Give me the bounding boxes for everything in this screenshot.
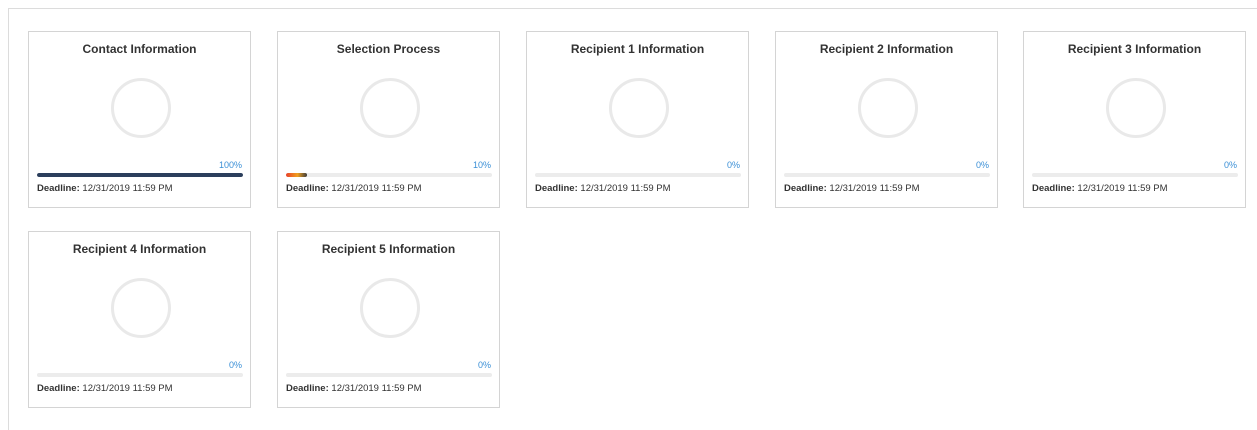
deadline: Deadline: 12/31/2019 11:59 PM — [37, 183, 173, 194]
deadline-value: 12/31/2019 11:59 PM — [580, 183, 671, 194]
card-title: Recipient 5 Information — [321, 242, 456, 256]
deadline-value: 12/31/2019 11:59 PM — [331, 183, 422, 194]
deadline-label: Deadline: — [286, 183, 329, 194]
deadline-label: Deadline: — [37, 383, 80, 394]
card-recipient-5-information[interactable]: Recipient 5 Information 0% Deadline: 12/… — [277, 231, 500, 408]
card-recipient-3-information[interactable]: Recipient 3 Information 0% Deadline: 12/… — [1023, 31, 1246, 208]
progress-bar-track — [1032, 173, 1238, 177]
card-recipient-1-information[interactable]: Recipient 1 Information 0% Deadline: 12/… — [526, 31, 749, 208]
progress-bar-track — [37, 173, 243, 177]
card-title: Recipient 2 Information — [819, 42, 954, 56]
progress-percent: 0% — [228, 360, 242, 370]
progress-ring — [360, 278, 420, 338]
deadline-label: Deadline: — [535, 183, 578, 194]
card-recipient-4-information[interactable]: Recipient 4 Information 0% Deadline: 12/… — [28, 231, 251, 408]
deadline: Deadline: 12/31/2019 11:59 PM — [286, 183, 422, 194]
progress-percent: 0% — [477, 360, 491, 370]
deadline-label: Deadline: — [784, 183, 827, 194]
deadline-value: 12/31/2019 11:59 PM — [82, 183, 173, 194]
deadline-value: 12/31/2019 11:59 PM — [82, 383, 173, 394]
deadline-label: Deadline: — [286, 383, 329, 394]
deadline-label: Deadline: — [1032, 183, 1075, 194]
card-title: Recipient 3 Information — [1067, 42, 1202, 56]
card-title: Selection Process — [336, 42, 441, 56]
progress-bar-track — [784, 173, 990, 177]
card-title: Recipient 4 Information — [72, 242, 207, 256]
progress-bar-track — [286, 173, 492, 177]
deadline-value: 12/31/2019 11:59 PM — [829, 183, 920, 194]
progress-bar-track — [286, 373, 492, 377]
card-contact-information[interactable]: Contact Information 100% Deadline: 12/31… — [28, 31, 251, 208]
deadline: Deadline: 12/31/2019 11:59 PM — [1032, 183, 1168, 194]
progress-dashboard: Contact Information 100% Deadline: 12/31… — [8, 8, 1257, 430]
deadline: Deadline: 12/31/2019 11:59 PM — [784, 183, 920, 194]
progress-ring — [360, 78, 420, 138]
progress-ring — [111, 278, 171, 338]
deadline: Deadline: 12/31/2019 11:59 PM — [286, 383, 422, 394]
progress-ring — [609, 78, 669, 138]
deadline: Deadline: 12/31/2019 11:59 PM — [37, 383, 173, 394]
progress-bar-fill — [37, 173, 243, 177]
progress-bar-track — [37, 373, 243, 377]
deadline: Deadline: 12/31/2019 11:59 PM — [535, 183, 671, 194]
progress-bar-track — [535, 173, 741, 177]
deadline-value: 12/31/2019 11:59 PM — [1077, 183, 1168, 194]
progress-ring — [1106, 78, 1166, 138]
progress-ring — [858, 78, 918, 138]
progress-percent: 0% — [726, 160, 740, 170]
progress-percent: 100% — [218, 160, 242, 170]
progress-bar-fill — [286, 173, 307, 177]
card-selection-process[interactable]: Selection Process 10% Deadline: 12/31/20… — [277, 31, 500, 208]
card-recipient-2-information[interactable]: Recipient 2 Information 0% Deadline: 12/… — [775, 31, 998, 208]
progress-ring — [111, 78, 171, 138]
progress-percent: 0% — [1223, 160, 1237, 170]
deadline-value: 12/31/2019 11:59 PM — [331, 383, 422, 394]
progress-percent: 10% — [472, 160, 491, 170]
deadline-label: Deadline: — [37, 183, 80, 194]
card-title: Recipient 1 Information — [570, 42, 705, 56]
card-title: Contact Information — [82, 42, 197, 56]
progress-percent: 0% — [975, 160, 989, 170]
